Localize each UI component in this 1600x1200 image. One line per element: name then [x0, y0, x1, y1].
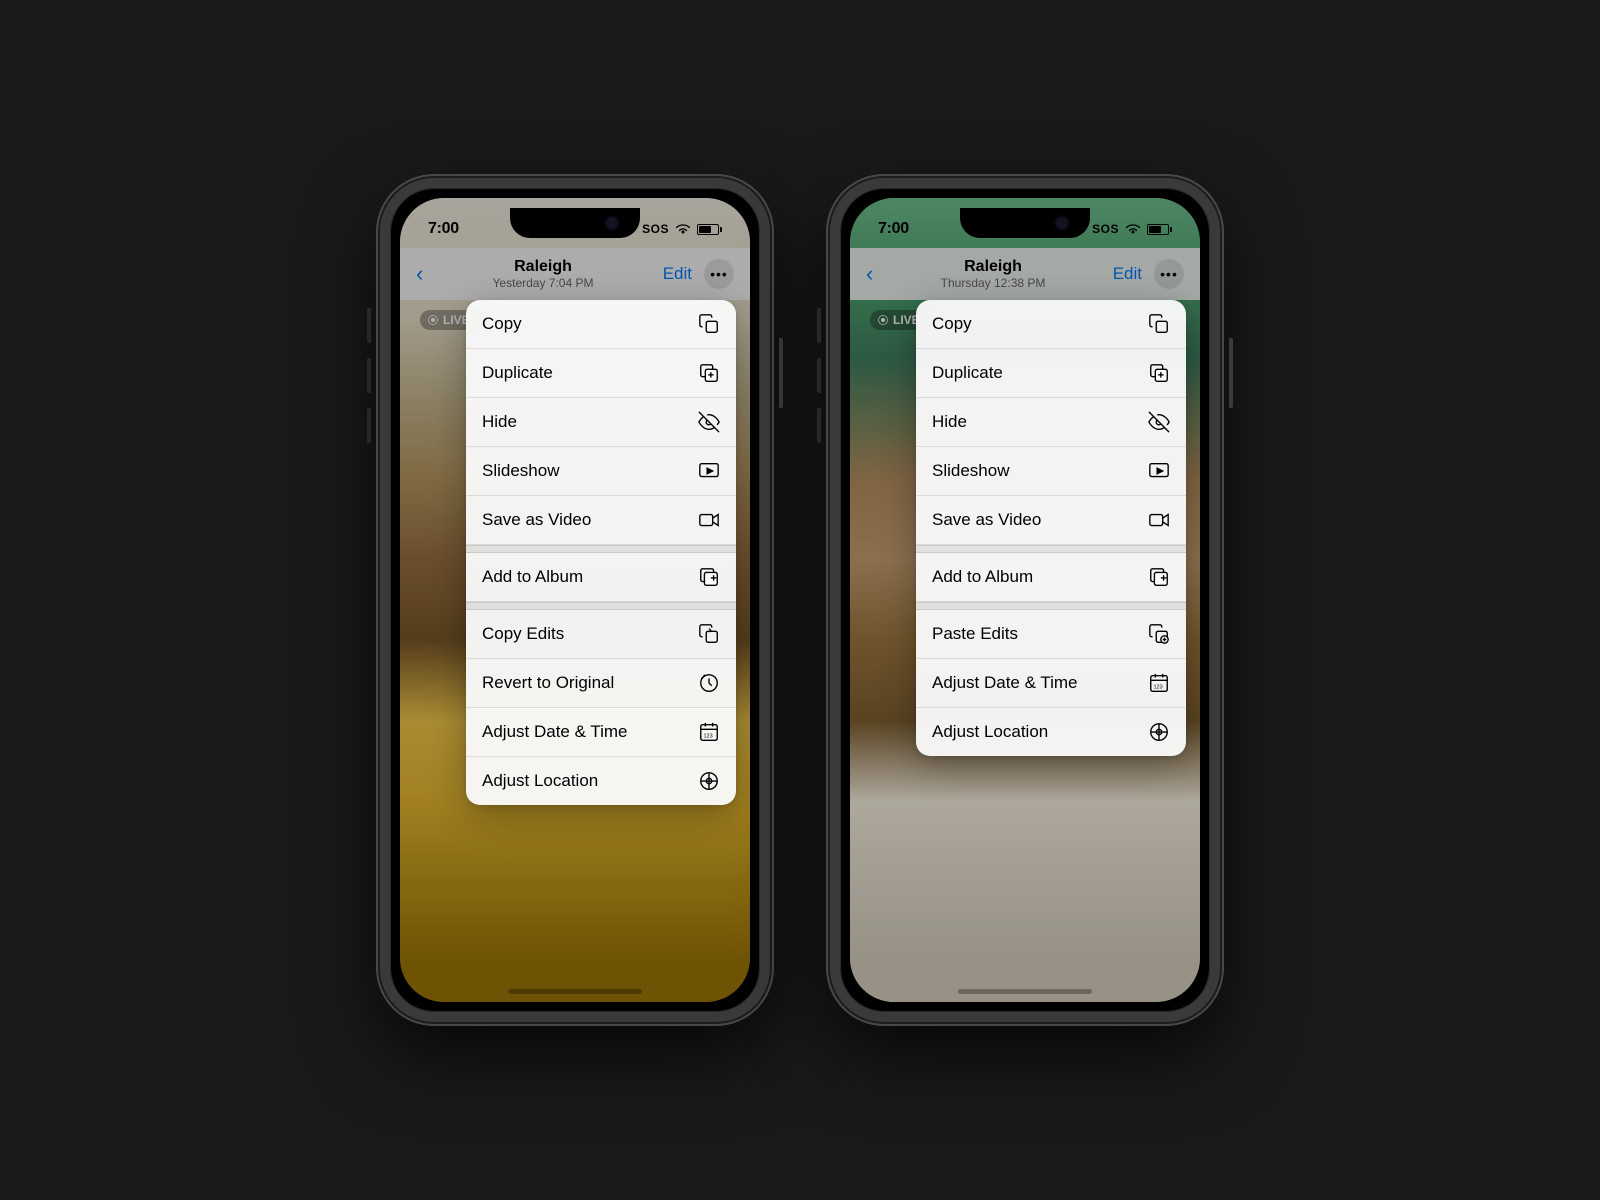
menu-album-label-right: Add to Album [932, 567, 1033, 587]
menu-album-left[interactable]: Add to Album [466, 553, 736, 602]
menu-copy-edits-label-left: Copy Edits [482, 624, 564, 644]
menu-paste-edits-label-right: Paste Edits [932, 624, 1018, 644]
context-menu-right: Copy Duplicate [916, 300, 1186, 756]
location-icon-right [1148, 721, 1170, 743]
hide-icon-right [1148, 411, 1170, 433]
menu-sep-1-left [466, 545, 736, 553]
context-menu-left: Copy Duplicate [466, 300, 736, 805]
video-icon-left [698, 509, 720, 531]
menu-sep-1-right [916, 545, 1186, 553]
revert-icon-left [698, 672, 720, 694]
menu-copy-edits-left[interactable]: Copy Edits [466, 610, 736, 659]
phone-screen-left: 7:00 SOS [400, 198, 750, 1002]
copy-icon-left [698, 313, 720, 335]
menu-sep-2-left [466, 602, 736, 610]
home-indicator-left [508, 989, 642, 994]
duplicate-icon-left [698, 362, 720, 384]
menu-location-label-right: Adjust Location [932, 722, 1048, 742]
menu-location-label-left: Adjust Location [482, 771, 598, 791]
menu-duplicate-label-left: Duplicate [482, 363, 553, 383]
date-time-icon-right: 123 [1148, 672, 1170, 694]
home-indicator-right [958, 989, 1092, 994]
menu-slideshow-right[interactable]: Slideshow [916, 447, 1186, 496]
menu-duplicate-label-right: Duplicate [932, 363, 1003, 383]
menu-hide-left[interactable]: Hide [466, 398, 736, 447]
menu-sep-2-right [916, 602, 1186, 610]
album-icon-left [698, 566, 720, 588]
menu-copy-left[interactable]: Copy [466, 300, 736, 349]
phone-frame-right: 7:00 SOS [830, 178, 1220, 1022]
copy-icon-right [1148, 313, 1170, 335]
menu-paste-edits-right[interactable]: Paste Edits [916, 610, 1186, 659]
slideshow-icon-left [698, 460, 720, 482]
phone-frame-left: 7:00 SOS [380, 178, 770, 1022]
svg-text:123: 123 [704, 734, 713, 740]
copy-edits-icon-left [698, 623, 720, 645]
menu-video-right[interactable]: Save as Video [916, 496, 1186, 545]
date-time-icon-left: 123 [698, 721, 720, 743]
menu-hide-label-right: Hide [932, 412, 967, 432]
menu-location-left[interactable]: Adjust Location [466, 757, 736, 805]
menu-video-label-left: Save as Video [482, 510, 591, 530]
location-icon-left [698, 770, 720, 792]
menu-copy-label-left: Copy [482, 314, 522, 334]
menu-video-left[interactable]: Save as Video [466, 496, 736, 545]
duplicate-icon-right [1148, 362, 1170, 384]
right-phone: 7:00 SOS [830, 178, 1220, 1022]
menu-location-right[interactable]: Adjust Location [916, 708, 1186, 756]
menu-slideshow-label-right: Slideshow [932, 461, 1010, 481]
menu-slideshow-left[interactable]: Slideshow [466, 447, 736, 496]
hide-icon-left [698, 411, 720, 433]
menu-date-time-left[interactable]: Adjust Date & Time 123 [466, 708, 736, 757]
menu-duplicate-left[interactable]: Duplicate [466, 349, 736, 398]
phone-screen-right: 7:00 SOS [850, 198, 1200, 1002]
svg-text:123: 123 [1154, 685, 1163, 691]
menu-duplicate-right[interactable]: Duplicate [916, 349, 1186, 398]
menu-date-time-label-right: Adjust Date & Time [932, 673, 1078, 693]
album-icon-right [1148, 566, 1170, 588]
menu-video-label-right: Save as Video [932, 510, 1041, 530]
menu-date-time-right[interactable]: Adjust Date & Time 123 [916, 659, 1186, 708]
slideshow-icon-right [1148, 460, 1170, 482]
menu-hide-right[interactable]: Hide [916, 398, 1186, 447]
menu-copy-right[interactable]: Copy [916, 300, 1186, 349]
menu-revert-left[interactable]: Revert to Original [466, 659, 736, 708]
menu-hide-label-left: Hide [482, 412, 517, 432]
left-phone: 7:00 SOS [380, 178, 770, 1022]
menu-revert-label-left: Revert to Original [482, 673, 614, 693]
menu-album-right[interactable]: Add to Album [916, 553, 1186, 602]
menu-copy-label-right: Copy [932, 314, 972, 334]
video-icon-right [1148, 509, 1170, 531]
menu-date-time-label-left: Adjust Date & Time [482, 722, 628, 742]
menu-album-label-left: Add to Album [482, 567, 583, 587]
paste-edits-icon-right [1148, 623, 1170, 645]
menu-slideshow-label-left: Slideshow [482, 461, 560, 481]
